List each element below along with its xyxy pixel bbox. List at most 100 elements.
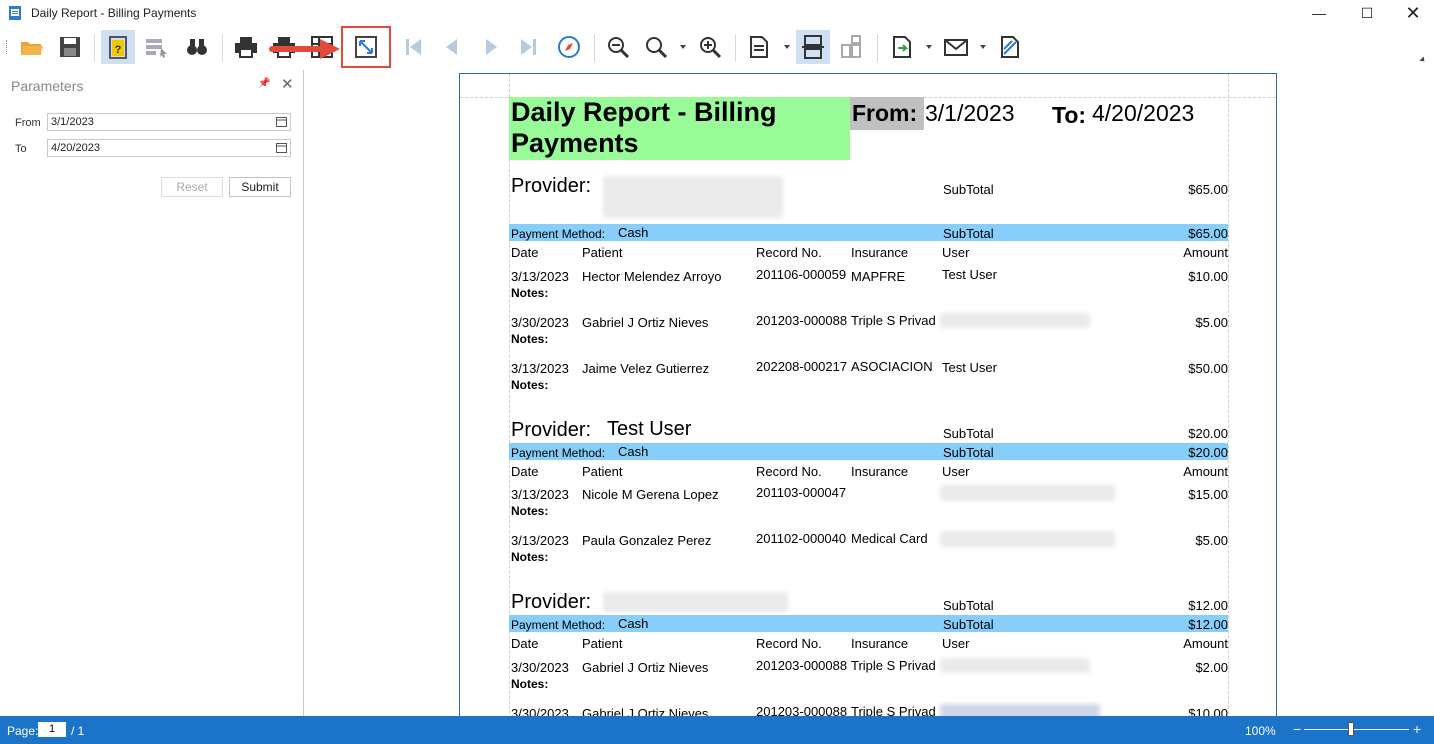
save-icon[interactable]: [53, 30, 87, 64]
minimize-button[interactable]: —: [1296, 0, 1342, 26]
row-patient: Paula Gonzalez Perez: [582, 533, 712, 548]
close-window-button[interactable]: ✕: [1390, 0, 1434, 26]
close-icon[interactable]: ✕: [281, 75, 294, 93]
page-number-input[interactable]: 1: [38, 722, 66, 737]
subtotal-label: SubTotal: [943, 226, 994, 241]
col-user: User: [942, 245, 970, 260]
user-redacted: [940, 313, 1090, 328]
to-date-value: 4/20/2023: [51, 142, 100, 154]
row-date: 3/13/2023: [511, 487, 569, 502]
view-mode-icon[interactable]: [742, 30, 776, 64]
user-redacted: [940, 704, 1100, 716]
toolbar-separator: [594, 34, 595, 62]
user-redacted: [940, 658, 1090, 673]
app-icon: [9, 6, 21, 20]
zoom-in-button[interactable]: +: [1413, 721, 1421, 737]
chevron-down-icon[interactable]: [680, 45, 686, 49]
col-patient: Patient: [582, 464, 623, 479]
col-patient: Patient: [582, 636, 623, 651]
method-subtotal: $12.00: [1188, 617, 1228, 632]
col-record: Record No.: [756, 245, 822, 260]
notes-label: Notes:: [511, 504, 549, 518]
chevron-down-icon[interactable]: [784, 45, 790, 49]
row-amount: $2.00: [1195, 660, 1228, 675]
col-user: User: [942, 636, 970, 651]
payment-method-label: Payment Method:: [511, 446, 606, 460]
toolbar-separator: [222, 34, 223, 62]
report-title: Daily Report - Billing Payments: [509, 97, 850, 160]
navigate-icon[interactable]: [552, 30, 586, 64]
method-subtotal: $20.00: [1188, 445, 1228, 460]
pin-icon[interactable]: 📌: [258, 78, 270, 89]
submit-button[interactable]: Submit: [229, 177, 291, 197]
row-amount: $10.00: [1188, 269, 1228, 284]
row-user: Test User: [942, 267, 997, 282]
zoom-icon[interactable]: [639, 30, 673, 64]
chevron-down-icon[interactable]: [926, 45, 932, 49]
maximize-button[interactable]: ☐: [1344, 0, 1390, 26]
zoom-in-icon[interactable]: [693, 30, 727, 64]
notes-label: Notes:: [511, 286, 549, 300]
row-patient: Nicole M Gerena Lopez: [582, 487, 719, 502]
search-icon[interactable]: [180, 30, 214, 64]
payment-method-bar: [509, 224, 1228, 241]
previous-page-icon[interactable]: [434, 30, 468, 64]
editing-fields-icon[interactable]: [139, 30, 173, 64]
row-record: 201203-000088: [756, 704, 848, 716]
row-patient: Jaime Velez Gutierrez: [582, 361, 710, 376]
zoom-slider-track[interactable]: [1304, 729, 1409, 730]
to-date-input[interactable]: 4/20/2023: [47, 139, 291, 157]
from-date-input[interactable]: 3/1/2023: [47, 113, 291, 131]
watermark-icon[interactable]: [993, 30, 1027, 64]
to-value: 4/20/2023: [1092, 100, 1195, 126]
export-icon[interactable]: [885, 30, 919, 64]
fit-page-icon[interactable]: [341, 26, 391, 68]
provider-name: Test User: [607, 418, 692, 440]
first-page-icon[interactable]: [396, 30, 430, 64]
row-patient: Gabriel J Ortiz Nieves: [582, 660, 709, 675]
to-label: To:: [1052, 102, 1087, 128]
toolbar: ?: [0, 26, 1434, 70]
email-icon[interactable]: [939, 30, 973, 64]
row-amount: $50.00: [1188, 361, 1228, 376]
row-amount: $15.00: [1188, 487, 1228, 502]
col-record: Record No.: [756, 464, 822, 479]
user-redacted: [940, 531, 1115, 547]
provider-subtotal: $65.00: [1188, 182, 1228, 197]
col-amount: Amount: [1183, 245, 1228, 260]
open-icon[interactable]: [15, 30, 49, 64]
page-count: / 1: [71, 724, 85, 738]
col-insurance: Insurance: [851, 636, 909, 651]
zoom-out-icon[interactable]: [601, 30, 635, 64]
zoom-slider-thumb[interactable]: [1348, 722, 1354, 736]
zoom-out-button[interactable]: −: [1293, 721, 1301, 737]
parameters-icon[interactable]: ?: [101, 30, 135, 64]
toolbar-overflow-icon[interactable]: [1419, 56, 1427, 64]
print-icon[interactable]: [229, 30, 263, 64]
toolbar-grip[interactable]: [6, 40, 9, 54]
calendar-icon[interactable]: [276, 116, 287, 127]
col-amount: Amount: [1183, 636, 1228, 651]
subtotal-label: SubTotal: [943, 426, 994, 441]
report-viewer[interactable]: Daily Report - Billing Payments From: 3/…: [304, 70, 1434, 716]
row-date: 3/13/2023: [511, 361, 569, 376]
provider-name-redacted: [603, 176, 783, 218]
chevron-down-icon[interactable]: [980, 45, 986, 49]
subtotal-label: SubTotal: [943, 617, 994, 632]
row-date: 3/30/2023: [511, 315, 569, 330]
reset-button[interactable]: Reset: [161, 177, 223, 197]
multiple-pages-icon[interactable]: [834, 30, 868, 64]
provider-label: Provider:: [511, 591, 592, 613]
row-date: 3/30/2023: [511, 706, 569, 716]
continuous-scroll-icon[interactable]: [796, 30, 830, 64]
arrow-annotation-icon: [269, 39, 340, 59]
to-label: To: [15, 143, 27, 155]
row-date: 3/30/2023: [511, 660, 569, 675]
svg-text:?: ?: [115, 44, 122, 56]
next-page-icon[interactable]: [474, 30, 508, 64]
payment-method-bar: [509, 443, 1228, 460]
calendar-icon[interactable]: [276, 142, 287, 153]
last-page-icon[interactable]: [512, 30, 546, 64]
row-insurance: Medical Card: [851, 531, 928, 546]
notes-label: Notes:: [511, 332, 549, 346]
